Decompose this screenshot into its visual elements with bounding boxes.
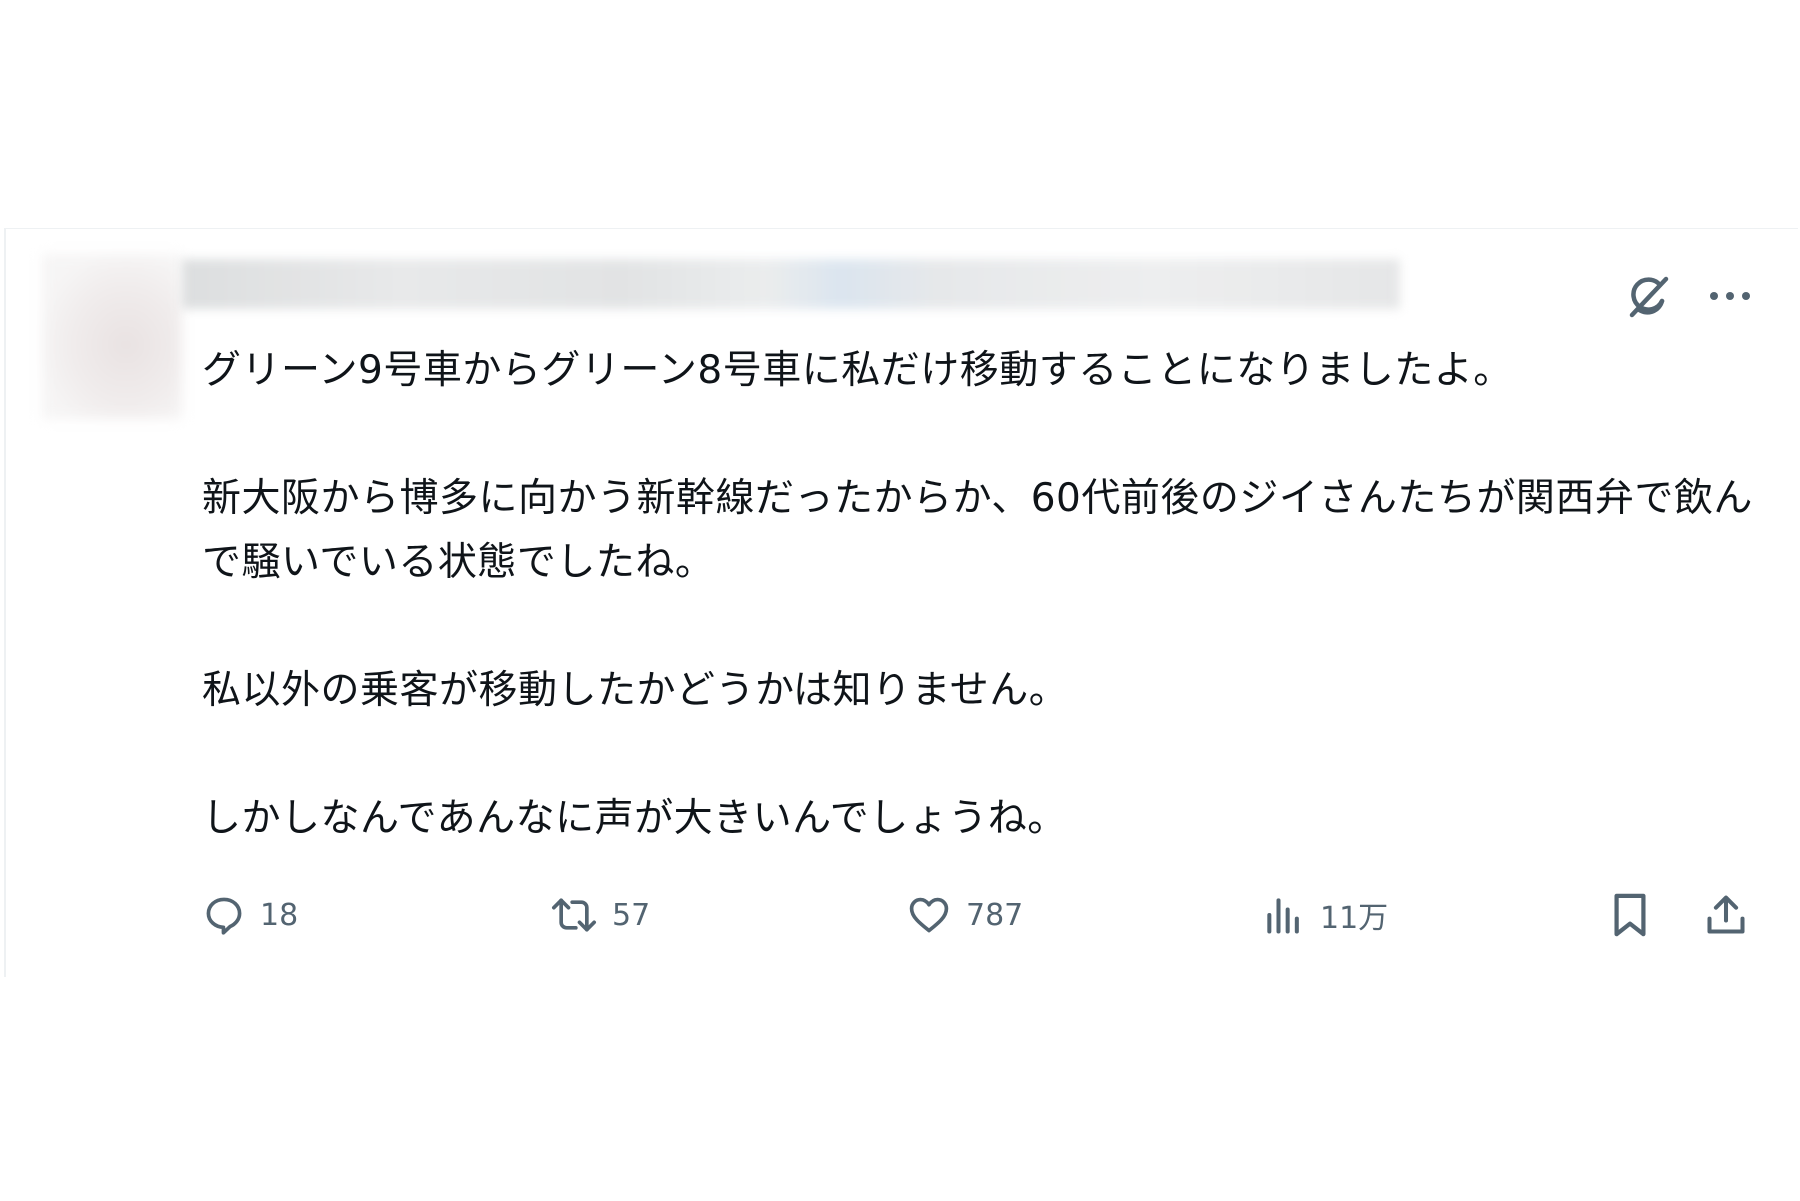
grok-icon[interactable] — [1624, 271, 1674, 321]
tweet-actions-bar: 18 57 787 11万 — [202, 885, 1762, 945]
tweet-card: グリーン9号車からグリーン8号車に私だけ移動することになりましたよ。 新大阪から… — [4, 228, 1798, 977]
tweet-header-actions — [1624, 271, 1752, 321]
reply-count: 18 — [260, 897, 299, 933]
bookmark-icon — [1610, 892, 1650, 938]
like-button[interactable]: 787 — [906, 885, 1023, 945]
share-icon — [1704, 892, 1748, 938]
like-count: 787 — [966, 897, 1024, 933]
views-button[interactable]: 11万 — [1262, 885, 1388, 945]
bookmark-button[interactable] — [1610, 885, 1650, 945]
repost-button[interactable]: 57 — [550, 885, 650, 945]
reply-button[interactable]: 18 — [202, 885, 298, 945]
author-name-redacted[interactable] — [182, 259, 1400, 309]
reply-icon — [202, 893, 246, 937]
repost-count: 57 — [612, 897, 651, 933]
avatar[interactable] — [42, 254, 182, 419]
tweet-paragraph: しかしなんであんなに声が大きいんでしょうね。 — [202, 796, 1067, 841]
like-icon — [906, 893, 952, 937]
views-count: 11万 — [1320, 901, 1389, 936]
views-icon — [1262, 893, 1306, 937]
share-button[interactable] — [1704, 885, 1748, 945]
more-icon[interactable] — [1708, 290, 1752, 302]
tweet-paragraph: 私以外の乗客が移動したかどうかは知りません。 — [202, 668, 1069, 713]
tweet-paragraph: 新大阪から博多に向かう新幹線だったからか、60代前後のジイさんたちが関西弁で飲ん… — [202, 476, 1753, 585]
tweet-text: グリーン9号車からグリーン8号車に私だけ移動することになりましたよ。 新大阪から… — [202, 339, 1762, 851]
repost-icon — [550, 893, 598, 937]
tweet-paragraph: グリーン9号車からグリーン8号車に私だけ移動することになりましたよ。 — [202, 348, 1513, 393]
